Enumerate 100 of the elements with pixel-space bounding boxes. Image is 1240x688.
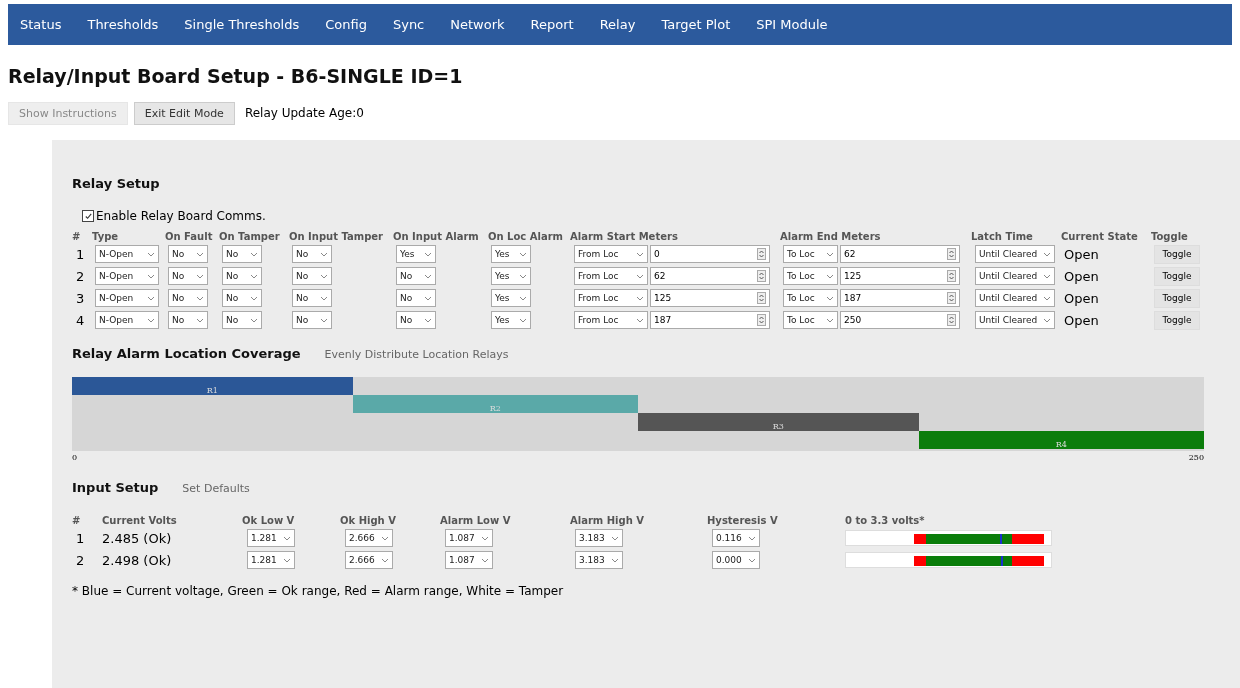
- caret-icon: [519, 251, 527, 257]
- dropdown[interactable]: No: [222, 267, 262, 285]
- dropdown[interactable]: Until Cleared: [975, 311, 1055, 329]
- nav-link[interactable]: Status: [20, 17, 62, 32]
- column-header: Alarm High V: [570, 515, 646, 526]
- caret-icon: [636, 295, 644, 301]
- spinner-icon[interactable]: [947, 248, 956, 260]
- caret-icon: [381, 535, 389, 541]
- caret-icon: [196, 295, 204, 301]
- toggle-button[interactable]: Toggle: [1154, 288, 1200, 308]
- dropdown[interactable]: No: [396, 311, 436, 329]
- column-header: On Input Alarm: [393, 231, 480, 242]
- caret-icon: [748, 557, 756, 563]
- number-field[interactable]: 62: [840, 245, 960, 263]
- toggle-button[interactable]: Toggle: [1154, 266, 1200, 286]
- spinner-icon[interactable]: [757, 248, 766, 260]
- nav-link[interactable]: Sync: [392, 17, 425, 32]
- spinner-icon[interactable]: [947, 292, 956, 304]
- dropdown[interactable]: No: [396, 289, 436, 307]
- dropdown[interactable]: No: [292, 245, 332, 263]
- dropdown[interactable]: 2.666: [345, 551, 393, 569]
- number-field[interactable]: 125: [650, 289, 770, 307]
- dropdown[interactable]: 0.116: [712, 529, 760, 547]
- column-header: 0 to 3.3 volts*: [845, 515, 926, 526]
- caret-icon: [519, 295, 527, 301]
- spinner-icon[interactable]: [757, 314, 766, 326]
- row-number: 1: [75, 530, 86, 546]
- caret-icon: [320, 295, 328, 301]
- number-field[interactable]: 187: [840, 289, 960, 307]
- number-field[interactable]: 125: [840, 267, 960, 285]
- column-header: On Fault: [165, 231, 214, 242]
- dropdown[interactable]: From Loc: [574, 311, 648, 329]
- spinner-icon[interactable]: [757, 292, 766, 304]
- dropdown[interactable]: No: [168, 267, 208, 285]
- dropdown[interactable]: No: [222, 311, 262, 329]
- dropdown[interactable]: 1.087: [445, 529, 493, 547]
- nav-link[interactable]: SPI Module: [756, 17, 828, 32]
- dropdown[interactable]: To Loc: [783, 311, 838, 329]
- dropdown[interactable]: No: [168, 245, 208, 263]
- dropdown[interactable]: Until Cleared: [975, 245, 1055, 263]
- number-field[interactable]: 0: [650, 245, 770, 263]
- dropdown[interactable]: Until Cleared: [975, 289, 1055, 307]
- dropdown[interactable]: N-Open: [95, 289, 159, 307]
- dropdown[interactable]: 3.183: [575, 529, 623, 547]
- dropdown[interactable]: From Loc: [574, 267, 648, 285]
- nav-link[interactable]: Config: [325, 17, 367, 32]
- dropdown[interactable]: From Loc: [574, 245, 648, 263]
- dropdown[interactable]: Yes: [396, 245, 436, 263]
- coverage-bar: R2: [352, 395, 638, 413]
- dropdown[interactable]: No: [396, 267, 436, 285]
- set-defaults-button[interactable]: Set Defaults: [182, 482, 250, 495]
- dropdown[interactable]: N-Open: [95, 245, 159, 263]
- dropdown[interactable]: To Loc: [783, 267, 838, 285]
- dropdown[interactable]: Yes: [491, 245, 531, 263]
- dropdown[interactable]: No: [292, 289, 332, 307]
- checkbox[interactable]: [82, 210, 94, 222]
- spinner-icon[interactable]: [757, 270, 766, 282]
- nav-link[interactable]: Thresholds: [87, 17, 159, 32]
- dropdown[interactable]: Yes: [491, 311, 531, 329]
- number-field[interactable]: 250: [840, 311, 960, 329]
- nav-link[interactable]: Network: [450, 17, 505, 32]
- spinner-icon[interactable]: [947, 270, 956, 282]
- distribute-button[interactable]: Evenly Distribute Location Relays: [324, 348, 509, 361]
- number-field[interactable]: 62: [650, 267, 770, 285]
- dropdown[interactable]: From Loc: [574, 289, 648, 307]
- dropdown[interactable]: 1.281: [247, 529, 295, 547]
- dropdown[interactable]: No: [222, 289, 262, 307]
- dropdown[interactable]: 3.183: [575, 551, 623, 569]
- section-heading: Relay Alarm Location Coverage: [72, 346, 301, 361]
- nav-link[interactable]: Report: [530, 17, 574, 32]
- nav-link[interactable]: Relay: [599, 17, 636, 32]
- dropdown[interactable]: 1.087: [445, 551, 493, 569]
- dropdown[interactable]: To Loc: [783, 245, 838, 263]
- column-header: #: [72, 231, 82, 242]
- dropdown[interactable]: No: [222, 245, 262, 263]
- nav-link[interactable]: Single Thresholds: [184, 17, 300, 32]
- dropdown[interactable]: Yes: [491, 267, 531, 285]
- nav-link[interactable]: Target Plot: [661, 17, 731, 32]
- caret-icon: [147, 251, 155, 257]
- toggle-button[interactable]: Toggle: [1154, 244, 1200, 264]
- dropdown[interactable]: N-Open: [95, 267, 159, 285]
- number-field[interactable]: 187: [650, 311, 770, 329]
- column-header: On Loc Alarm: [488, 231, 565, 242]
- column-header: Alarm Low V: [440, 515, 512, 526]
- spinner-icon[interactable]: [947, 314, 956, 326]
- dropdown[interactable]: 2.666: [345, 529, 393, 547]
- action-button[interactable]: Exit Edit Mode: [133, 101, 235, 125]
- dropdown[interactable]: To Loc: [783, 289, 838, 307]
- dropdown[interactable]: 1.281: [247, 551, 295, 569]
- caret-icon: [1043, 273, 1051, 279]
- dropdown[interactable]: No: [292, 311, 332, 329]
- dropdown[interactable]: Yes: [491, 289, 531, 307]
- dropdown[interactable]: 0.000: [712, 551, 760, 569]
- dropdown[interactable]: N-Open: [95, 311, 159, 329]
- column-header: Current State: [1061, 231, 1139, 242]
- dropdown[interactable]: No: [168, 289, 208, 307]
- toggle-button[interactable]: Toggle: [1154, 310, 1200, 330]
- dropdown[interactable]: No: [168, 311, 208, 329]
- dropdown[interactable]: No: [292, 267, 332, 285]
- dropdown[interactable]: Until Cleared: [975, 267, 1055, 285]
